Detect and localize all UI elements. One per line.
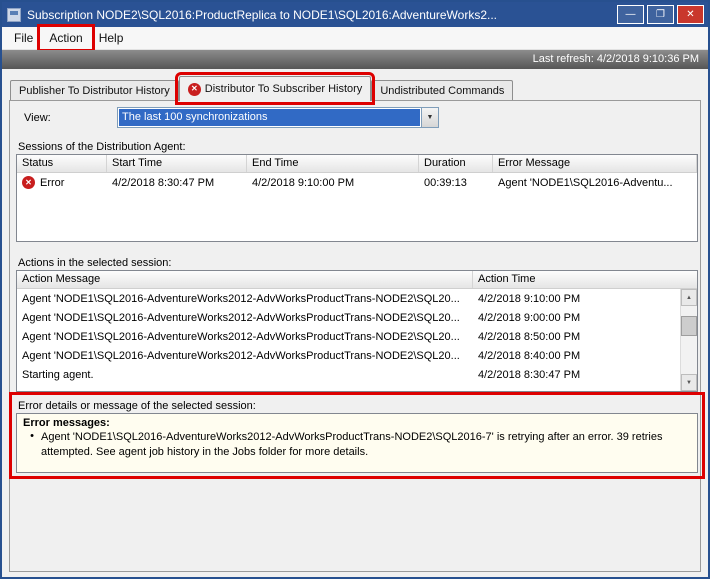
- action-row[interactable]: Agent 'NODE1\SQL2016-AdventureWorks2012-…: [17, 346, 697, 365]
- column-header-error-message[interactable]: Error Message: [493, 155, 697, 172]
- column-header-start-time[interactable]: Start Time: [107, 155, 247, 172]
- last-refresh-text: Last refresh: 4/2/2018 9:10:36 PM: [533, 53, 699, 65]
- sessions-table-header: Status Start Time End Time Duration Erro…: [17, 155, 697, 173]
- action-time: 4/2/2018 8:30:47 PM: [473, 369, 697, 381]
- column-header-status[interactable]: Status: [17, 155, 107, 172]
- bullet-icon: •: [23, 430, 41, 461]
- view-dropdown-value: The last 100 synchronizations: [119, 109, 420, 126]
- actions-table: Action Message Action Time Agent 'NODE1\…: [16, 270, 698, 392]
- session-start-time: 4/2/2018 8:30:47 PM: [107, 177, 247, 189]
- close-button[interactable]: ✕: [677, 5, 704, 24]
- tab-distributor-to-subscriber[interactable]: ✕ Distributor To Subscriber History: [179, 76, 372, 101]
- action-message: Agent 'NODE1\SQL2016-AdventureWorks2012-…: [17, 350, 473, 362]
- error-details-label: Error details or message of the selected…: [18, 400, 256, 412]
- actions-table-header: Action Message Action Time: [17, 271, 697, 289]
- session-status-cell: ✕ Error: [17, 176, 107, 189]
- view-dropdown[interactable]: The last 100 synchronizations ▼: [117, 107, 439, 128]
- action-time: 4/2/2018 9:00:00 PM: [473, 312, 697, 324]
- error-icon: ✕: [22, 176, 35, 189]
- column-header-action-time[interactable]: Action Time: [473, 271, 697, 288]
- actions-label: Actions in the selected session:: [18, 257, 171, 269]
- minimize-button[interactable]: —: [617, 5, 644, 24]
- tab-label: Undistributed Commands: [380, 85, 504, 97]
- action-message: Agent 'NODE1\SQL2016-AdventureWorks2012-…: [17, 312, 473, 324]
- action-row[interactable]: Agent 'NODE1\SQL2016-AdventureWorks2012-…: [17, 289, 697, 308]
- action-message: Starting agent.: [17, 369, 473, 381]
- error-icon: ✕: [188, 83, 201, 96]
- session-error-message: Agent 'NODE1\SQL2016-Adventu...: [493, 177, 697, 189]
- scrollbar-thumb[interactable]: [681, 316, 697, 336]
- action-time: 4/2/2018 8:40:00 PM: [473, 350, 697, 362]
- view-label: View:: [24, 112, 51, 124]
- menu-file[interactable]: File: [6, 28, 41, 48]
- chevron-down-icon[interactable]: ▼: [421, 108, 438, 127]
- session-status: Error: [40, 177, 64, 189]
- tab-label: Publisher To Distributor History: [19, 85, 170, 97]
- tab-publisher-to-distributor[interactable]: Publisher To Distributor History: [10, 80, 179, 100]
- sessions-table: Status Start Time End Time Duration Erro…: [16, 154, 698, 242]
- window-title: Subscription NODE2\SQL2016:ProductReplic…: [27, 8, 614, 22]
- menu-bar: File Action Help: [2, 27, 708, 50]
- last-refresh-bar: Last refresh: 4/2/2018 9:10:36 PM: [2, 50, 708, 69]
- tab-undistributed-commands[interactable]: Undistributed Commands: [371, 80, 513, 100]
- window-controls: — ❐ ✕: [614, 5, 704, 24]
- window-icon: [7, 8, 21, 22]
- session-row[interactable]: ✕ Error 4/2/2018 8:30:47 PM 4/2/2018 9:1…: [17, 173, 697, 192]
- action-time: 4/2/2018 8:50:00 PM: [473, 331, 697, 343]
- titlebar: Subscription NODE2\SQL2016:ProductReplic…: [2, 2, 708, 27]
- action-row[interactable]: Starting agent. 4/2/2018 8:30:47 PM: [17, 365, 697, 384]
- error-details-box: Error messages: • Agent 'NODE1\SQL2016-A…: [16, 413, 698, 473]
- actions-scrollbar[interactable]: ▲ ▼: [680, 289, 697, 391]
- sessions-label: Sessions of the Distribution Agent:: [18, 141, 186, 153]
- column-header-end-time[interactable]: End Time: [247, 155, 419, 172]
- scroll-up-icon[interactable]: ▲: [681, 289, 697, 306]
- column-header-action-message[interactable]: Action Message: [17, 271, 473, 288]
- session-end-time: 4/2/2018 9:10:00 PM: [247, 177, 419, 189]
- tab-strip: Publisher To Distributor History ✕ Distr…: [10, 76, 513, 101]
- tab-label: Distributor To Subscriber History: [205, 83, 363, 95]
- action-message: Agent 'NODE1\SQL2016-AdventureWorks2012-…: [17, 331, 473, 343]
- menu-action[interactable]: Action: [41, 28, 90, 48]
- error-message-item: • Agent 'NODE1\SQL2016-AdventureWorks201…: [23, 430, 691, 461]
- maximize-button[interactable]: ❐: [647, 5, 674, 24]
- action-time: 4/2/2018 9:10:00 PM: [473, 293, 697, 305]
- session-duration: 00:39:13: [419, 177, 493, 189]
- action-row[interactable]: Agent 'NODE1\SQL2016-AdventureWorks2012-…: [17, 327, 697, 346]
- subscription-window: Subscription NODE2\SQL2016:ProductReplic…: [0, 0, 710, 579]
- scroll-down-icon[interactable]: ▼: [681, 374, 697, 391]
- column-header-duration[interactable]: Duration: [419, 155, 493, 172]
- error-messages-heading: Error messages:: [23, 417, 691, 429]
- action-message: Agent 'NODE1\SQL2016-AdventureWorks2012-…: [17, 293, 473, 305]
- menu-help[interactable]: Help: [91, 28, 132, 48]
- error-message-text: Agent 'NODE1\SQL2016-AdventureWorks2012-…: [41, 430, 691, 461]
- action-row[interactable]: Agent 'NODE1\SQL2016-AdventureWorks2012-…: [17, 308, 697, 327]
